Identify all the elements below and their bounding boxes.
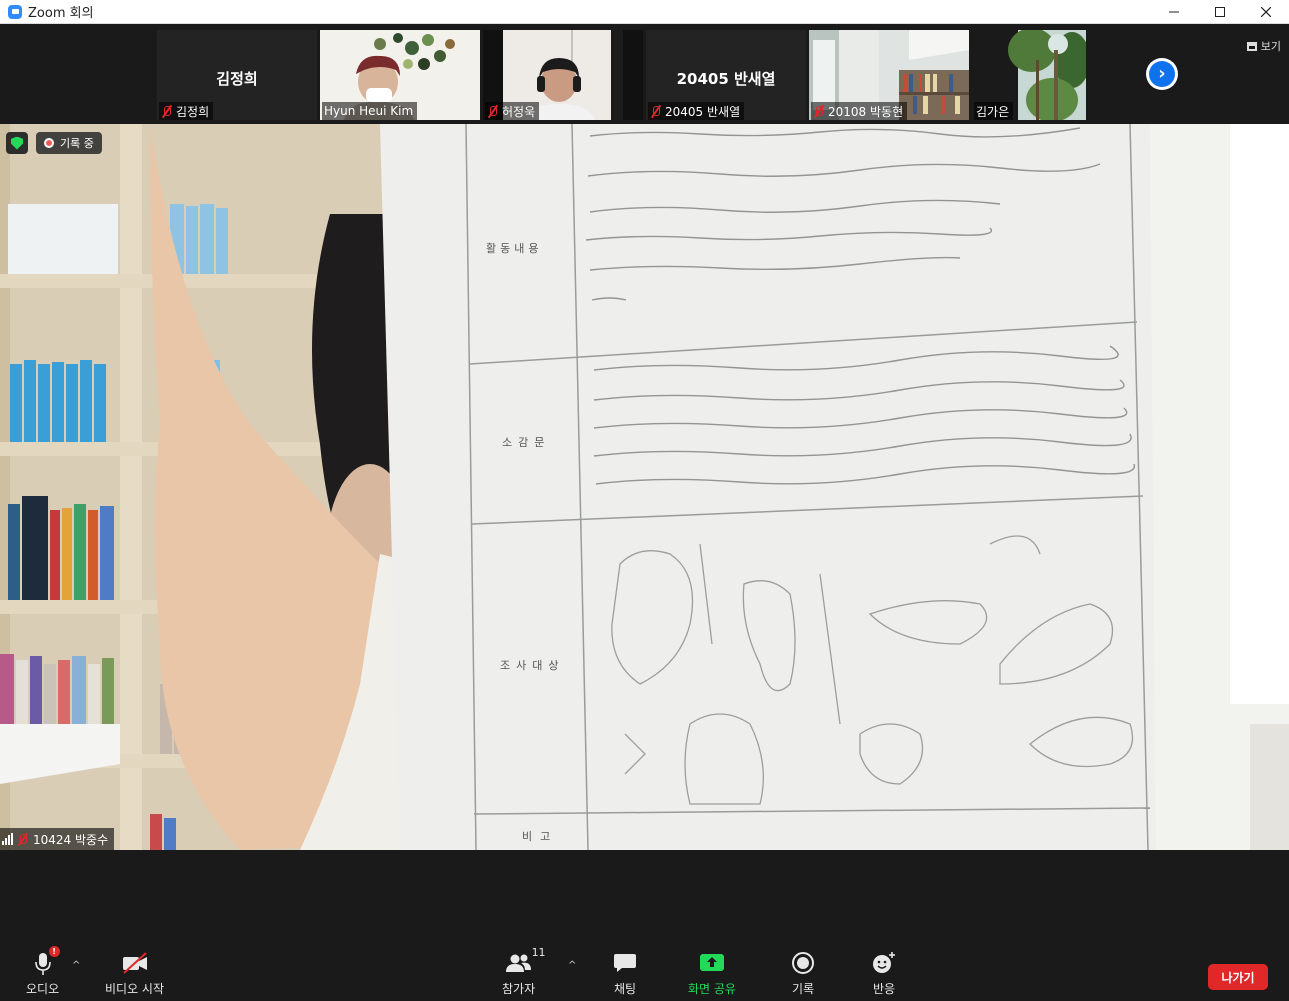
participant-big-name: 20405 반새열 [676, 70, 776, 88]
participant-name: 20405 반새열 [665, 104, 741, 119]
share-screen-icon [699, 954, 724, 971]
record-button[interactable]: 기록 [791, 950, 815, 997]
participant-name-tag: 허정욱 [485, 102, 540, 120]
audio-label: 오디오 [26, 982, 60, 996]
participant-name: 20108 박동현 [828, 104, 904, 119]
participant-name-tag: 20108 박동현 [811, 102, 908, 120]
reactions-label: 반응 [872, 982, 896, 996]
maximize-icon [1215, 7, 1225, 17]
participants-label: 참가자 [502, 982, 536, 996]
security-badge[interactable] [6, 132, 28, 154]
participants-count: 11 [531, 946, 546, 959]
shield-icon [11, 136, 23, 150]
share-screen-button[interactable]: 화면 공유 [688, 950, 736, 997]
participant-gallery: 김정희 김정희 Hyun Heui Kim 허정욱 20405 반새열 2040… [0, 24, 1289, 124]
chevron-right-icon: › [1149, 61, 1175, 87]
video-label: 비디오 시작 [105, 982, 165, 996]
leave-button[interactable]: 나가기 [1208, 964, 1268, 990]
reactions-button[interactable]: 반응 [871, 950, 897, 997]
record-label: 기록 [791, 982, 815, 996]
maximize-button[interactable] [1197, 0, 1243, 24]
signal-strength-icon [2, 833, 13, 845]
row-label-activity: 활동내용 [486, 241, 542, 255]
muted-mic-icon [813, 105, 825, 118]
participants-options-caret[interactable]: ^ [568, 960, 576, 971]
minimize-button[interactable] [1151, 0, 1197, 24]
participant-name: 허정욱 [502, 104, 536, 119]
chat-button[interactable]: 채팅 [613, 950, 637, 997]
speaker-name-tag: 10424 박중수 [0, 828, 115, 850]
participant-tile[interactable]: 20108 박동현 [809, 30, 969, 120]
row-label-notes: 비고 [522, 830, 558, 843]
record-icon [792, 952, 814, 974]
start-video-button[interactable]: 비디오 시작 [105, 950, 164, 997]
title-bar: Zoom 회의 [0, 0, 1289, 24]
share-label: 화면 공유 [688, 982, 736, 996]
participant-tile[interactable]: 허정욱 [483, 30, 643, 120]
view-button[interactable]: 보기 [1246, 38, 1281, 54]
active-speaker-video: 활동내용 소감문 조사대상 비고 기록 중 10424 박중수 [0, 124, 1289, 850]
recording-dot-icon [44, 138, 54, 148]
participant-tile[interactable]: 20405 반새열 20405 반새열 [646, 30, 806, 120]
close-icon [1261, 7, 1271, 17]
minimize-icon [1169, 11, 1179, 13]
close-button[interactable] [1243, 0, 1289, 24]
participant-name-tag: Hyun Heui Kim [322, 102, 418, 120]
participant-name: Hyun Heui Kim [324, 104, 414, 118]
recording-label: 기록 중 [60, 137, 94, 150]
view-label: 보기 [1260, 40, 1281, 53]
window-controls [1151, 0, 1289, 24]
muted-mic-icon [17, 833, 29, 846]
meeting-toolbar: ! 오디오 ^ 비디오 시작 11 참가자 ^ 채팅 화면 공유 기록 반응 나… [0, 850, 1289, 1001]
participants-icon [505, 954, 531, 972]
window-title: Zoom 회의 [28, 6, 94, 21]
participant-name-tag: 20405 반새열 [648, 102, 745, 120]
zoom-logo-icon [8, 4, 22, 19]
speaker-name: 10424 박중수 [33, 832, 109, 847]
muted-mic-icon [161, 105, 173, 118]
audio-button[interactable]: ! 오디오 [26, 946, 60, 997]
row-label-impression: 소감문 [502, 436, 550, 449]
smiley-add-icon [873, 952, 895, 973]
participant-tile[interactable]: Hyun Heui Kim [320, 30, 480, 120]
alert-badge-icon: ! [48, 946, 60, 957]
recording-indicator[interactable]: 기록 중 [36, 132, 102, 154]
muted-mic-icon [650, 105, 662, 118]
muted-mic-icon [487, 105, 499, 118]
speaker-video-frame: 활동내용 소감문 조사대상 비고 [0, 124, 1289, 850]
row-label-subject: 조사대상 [500, 659, 564, 672]
participant-name: 김정희 [176, 104, 210, 119]
participant-tile[interactable]: 김가은 [972, 30, 1086, 120]
participant-name: 김가은 [976, 104, 1010, 119]
audio-options-caret[interactable]: ^ [72, 960, 80, 971]
chat-label: 채팅 [613, 982, 637, 996]
participant-name-tag: 김가은 [974, 102, 1014, 120]
participant-name-tag: 김정희 [159, 102, 214, 120]
chat-icon [614, 954, 636, 972]
participants-button[interactable]: 11 참가자 [502, 946, 546, 997]
grid-view-icon [1246, 41, 1257, 51]
video-off-icon [122, 952, 147, 974]
participant-tile[interactable]: 김정희 김정희 [157, 30, 317, 120]
next-page-button[interactable]: › [1146, 58, 1178, 90]
participant-big-name: 김정희 [216, 70, 258, 88]
